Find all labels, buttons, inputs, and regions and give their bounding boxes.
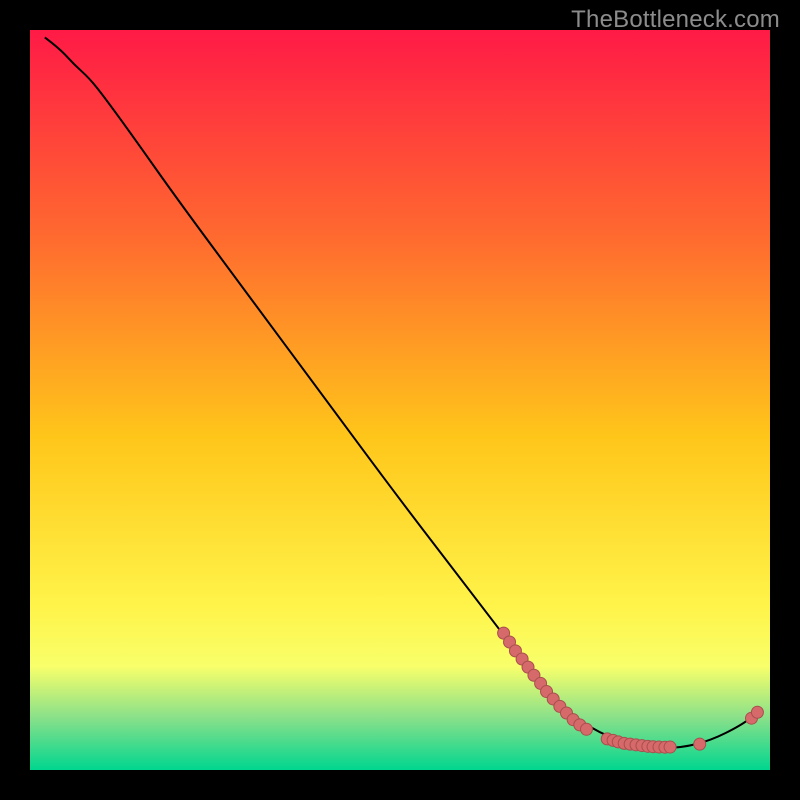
watermark-label: TheBottleneck.com xyxy=(571,6,780,34)
chart-stage: TheBottleneck.com xyxy=(0,0,800,800)
data-marker xyxy=(751,706,763,718)
data-marker xyxy=(580,723,592,735)
data-marker xyxy=(694,738,706,750)
data-marker xyxy=(664,741,676,753)
plot-area xyxy=(30,30,770,770)
bottleneck-chart xyxy=(0,0,800,800)
